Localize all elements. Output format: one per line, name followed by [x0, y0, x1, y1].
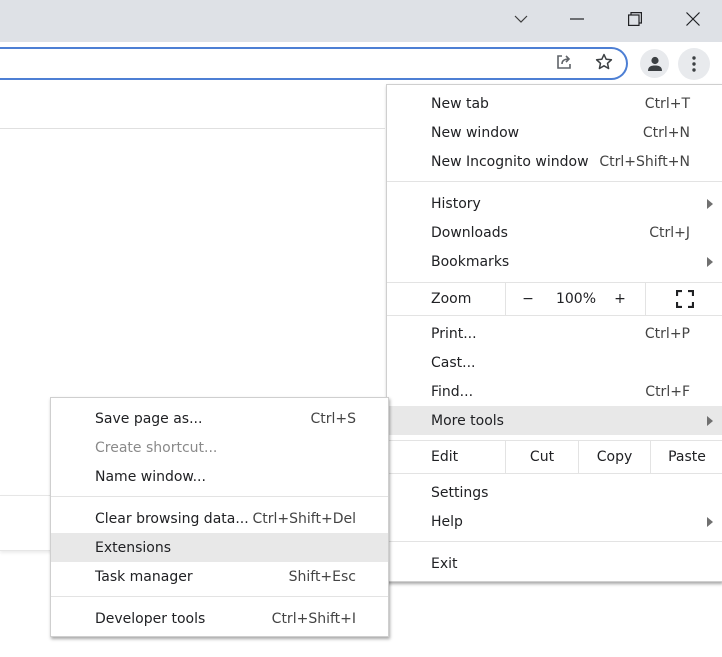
menu-item-extensions[interactable]: Extensions — [51, 533, 388, 562]
menu-item-label: Cast... — [431, 354, 476, 371]
menu-item-task-manager[interactable]: Task manager Shift+Esc — [51, 562, 388, 591]
menu-item-exit[interactable]: Exit — [387, 549, 722, 578]
menu-item-label: Settings — [431, 484, 489, 501]
close-icon — [686, 12, 700, 26]
menu-item-help[interactable]: Help — [387, 507, 722, 536]
zoom-divider — [505, 283, 506, 315]
menu-item-history[interactable]: History — [387, 189, 722, 218]
profile-icon — [647, 56, 662, 71]
zoom-out-button[interactable]: − — [513, 283, 543, 315]
menu-item-shortcut: Ctrl+T — [644, 95, 690, 112]
menu-item-shortcut: Ctrl+Shift+N — [599, 153, 690, 170]
page-content-box — [0, 495, 52, 551]
fullscreen-icon — [675, 290, 694, 308]
minimize-button[interactable] — [562, 0, 592, 38]
submenu-arrow-icon — [707, 517, 713, 527]
copy-button[interactable]: Copy — [579, 441, 650, 473]
menu-item-shortcut: Ctrl+N — [642, 124, 690, 141]
browser-toolbar — [0, 42, 722, 85]
menu-item-label: Task manager — [95, 568, 193, 585]
chevron-down-icon — [514, 15, 528, 23]
menu-item-downloads[interactable]: Downloads Ctrl+J — [387, 218, 722, 247]
menu-item-save-page-as[interactable]: Save page as... Ctrl+S — [51, 404, 388, 433]
menu-item-label: Downloads — [431, 224, 508, 241]
menu-item-shortcut: Ctrl+P — [644, 325, 690, 342]
menu-item-label: Create shortcut... — [95, 439, 218, 456]
menu-item-shortcut: Ctrl+J — [649, 224, 690, 241]
menu-item-label: Bookmarks — [431, 253, 510, 270]
menu-item-new-tab[interactable]: New tab Ctrl+T — [387, 89, 722, 118]
menu-item-bookmarks[interactable]: Bookmarks — [387, 247, 722, 276]
fullscreen-button[interactable] — [646, 283, 722, 315]
menu-item-shortcut: Ctrl+Shift+I — [271, 610, 356, 627]
share-button[interactable] — [553, 51, 575, 73]
zoom-row: Zoom − 100% + — [387, 282, 722, 316]
menu-item-label: Print... — [431, 325, 477, 342]
menu-item-label: Find... — [431, 383, 474, 400]
minimize-icon — [570, 18, 584, 20]
close-button[interactable] — [678, 0, 708, 38]
chrome-main-menu: New tab Ctrl+T New window Ctrl+N New Inc… — [386, 84, 722, 582]
bookmark-star-button[interactable] — [593, 51, 615, 73]
edit-row: Edit Cut Copy Paste — [387, 440, 722, 474]
menu-item-developer-tools[interactable]: Developer tools Ctrl+Shift+I — [51, 604, 388, 633]
menu-separator — [387, 181, 722, 182]
menu-item-label: Exit — [431, 555, 458, 572]
title-bar — [0, 0, 722, 42]
menu-item-find[interactable]: Find... Ctrl+F — [387, 377, 722, 406]
edit-label: Edit — [431, 449, 459, 465]
share-icon — [557, 55, 571, 69]
page-divider — [0, 128, 385, 129]
menu-separator — [51, 596, 388, 597]
restore-icon — [628, 12, 642, 26]
customize-menu-button[interactable] — [678, 48, 710, 80]
menu-item-label: New tab — [431, 95, 489, 112]
menu-item-print[interactable]: Print... Ctrl+P — [387, 319, 722, 348]
menu-item-create-shortcut[interactable]: Create shortcut... — [51, 433, 388, 462]
menu-item-settings[interactable]: Settings — [387, 478, 722, 507]
menu-item-label: More tools — [431, 412, 504, 429]
more-vert-icon — [692, 56, 696, 72]
star-icon — [595, 53, 613, 70]
menu-item-more-tools[interactable]: More tools — [387, 406, 722, 435]
menu-item-label: Clear browsing data... — [95, 510, 249, 527]
menu-item-name-window[interactable]: Name window... — [51, 462, 388, 491]
zoom-level-value: 100% — [555, 291, 597, 307]
submenu-arrow-icon — [707, 416, 713, 426]
profile-button[interactable] — [640, 49, 669, 78]
menu-item-new-window[interactable]: New window Ctrl+N — [387, 118, 722, 147]
paste-button[interactable]: Paste — [651, 441, 722, 473]
zoom-in-button[interactable]: + — [605, 283, 635, 315]
menu-item-label: Save page as... — [95, 410, 203, 427]
menu-item-label: New Incognito window — [431, 153, 589, 170]
menu-item-label: Extensions — [95, 539, 172, 556]
more-tools-submenu: Save page as... Ctrl+S Create shortcut..… — [50, 397, 389, 637]
zoom-label: Zoom — [431, 291, 472, 307]
submenu-arrow-icon — [707, 199, 713, 209]
address-bar[interactable] — [0, 47, 628, 80]
menu-item-shortcut: Ctrl+S — [310, 410, 356, 427]
menu-item-label: Developer tools — [95, 610, 206, 627]
submenu-arrow-icon — [707, 257, 713, 267]
menu-item-clear-browsing-data[interactable]: Clear browsing data... Ctrl+Shift+Del — [51, 504, 388, 533]
menu-item-shortcut: Ctrl+Shift+Del — [252, 510, 356, 527]
menu-item-cast[interactable]: Cast... — [387, 348, 722, 377]
menu-item-shortcut: Shift+Esc — [288, 568, 356, 585]
menu-item-label: History — [431, 195, 481, 212]
menu-separator — [51, 496, 388, 497]
menu-separator — [387, 541, 722, 542]
cut-button[interactable]: Cut — [506, 441, 578, 473]
menu-item-label: Name window... — [95, 468, 206, 485]
menu-item-label: Help — [431, 513, 463, 530]
tab-search-button[interactable] — [506, 0, 536, 38]
menu-item-shortcut: Ctrl+F — [645, 383, 690, 400]
restore-button[interactable] — [620, 0, 650, 38]
menu-item-label: New window — [431, 124, 520, 141]
menu-item-new-incognito-window[interactable]: New Incognito window Ctrl+Shift+N — [387, 147, 722, 176]
